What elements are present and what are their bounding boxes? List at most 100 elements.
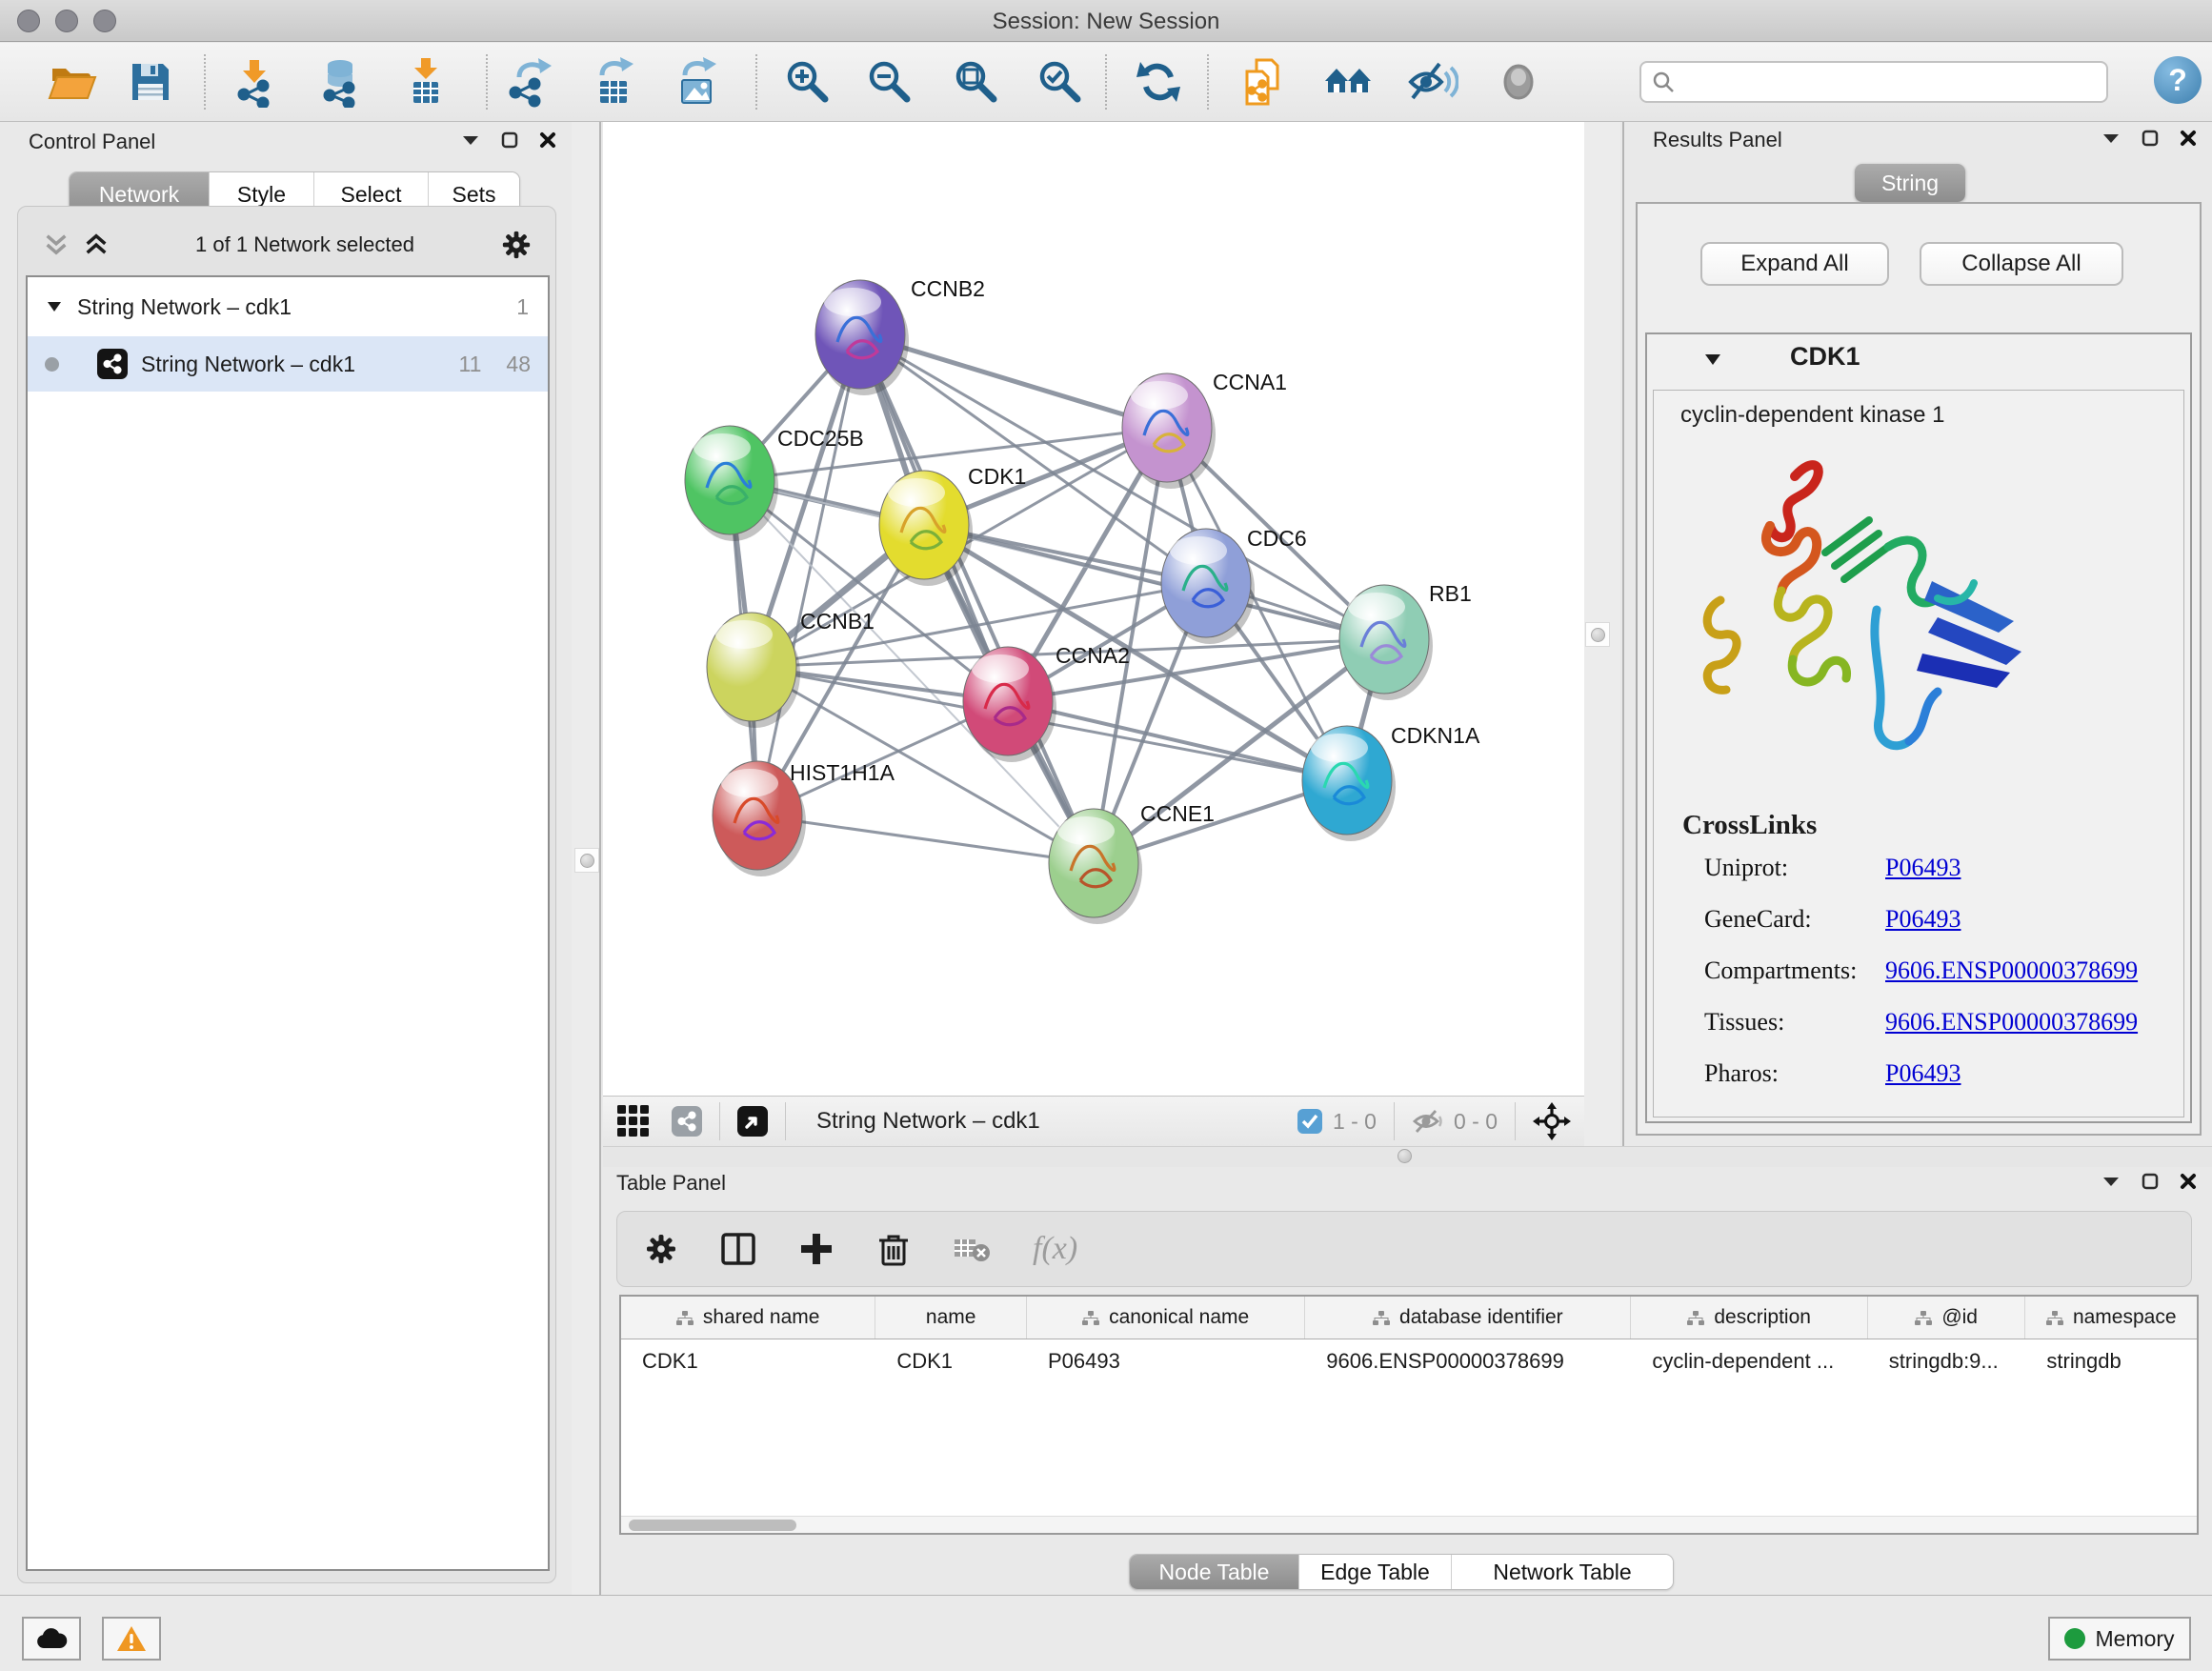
crosslink-tissues[interactable]: 9606.ENSP00000378699 (1885, 1008, 2138, 1037)
crosslink-uniprot[interactable]: P06493 (1885, 854, 1961, 882)
hidden-eye-icon (1412, 1108, 1444, 1135)
delete-table-icon[interactable] (953, 1234, 991, 1264)
network-edge[interactable] (860, 334, 1094, 863)
collection-count: 1 (516, 294, 529, 320)
network-node-CCNE1[interactable]: CCNE1 (1049, 801, 1215, 924)
panel-menu-icon[interactable] (461, 133, 480, 147)
network-node-RB1[interactable]: RB1 (1339, 581, 1472, 700)
network-node-CDKN1A[interactable]: CDKN1A (1302, 723, 1480, 841)
grid-view-icon[interactable] (616, 1104, 651, 1138)
network-node-CDC25B[interactable]: CDC25B (685, 426, 864, 541)
zoom-fit-icon[interactable] (950, 55, 1003, 109)
refresh-layout-icon[interactable] (1132, 55, 1185, 109)
memory-button[interactable]: Memory (2048, 1617, 2191, 1661)
tab-string[interactable]: String (1855, 164, 1965, 202)
protein-structure-image (1682, 438, 2063, 800)
export-network-icon[interactable] (505, 55, 558, 109)
export-image-icon[interactable] (671, 55, 724, 109)
network-row-selected[interactable]: String Network – cdk1 11 48 (28, 336, 548, 392)
horizontal-scrollbar[interactable] (621, 1516, 2197, 1533)
results-panel: Results Panel String Expand All Collapse… (1622, 122, 2212, 1146)
clone-network-icon[interactable] (1238, 55, 1292, 109)
column-header-database-identifier[interactable]: database identifier (1305, 1297, 1631, 1339)
gene-name: CDK1 (1790, 342, 1860, 372)
zoom-out-icon[interactable] (863, 55, 916, 109)
show-columns-icon[interactable] (720, 1231, 756, 1267)
column-header-namespace[interactable]: namespace (2025, 1297, 2197, 1339)
tab-node-table[interactable]: Node Table (1130, 1555, 1299, 1589)
network-collection-row[interactable]: String Network – cdk1 1 (28, 277, 548, 336)
export-table-icon[interactable] (588, 55, 641, 109)
zoom-in-icon[interactable] (781, 55, 835, 109)
crosslink-genecard[interactable]: P06493 (1885, 905, 1961, 934)
network-edge[interactable] (757, 815, 1094, 863)
network-node-CCNA2[interactable]: CCNA2 (963, 643, 1130, 762)
network-node-CDC6[interactable]: CDC6 (1161, 526, 1307, 644)
table-header-row: shared name name canonical name database… (621, 1297, 2197, 1339)
network-node-CCNB2[interactable]: CCNB2 (815, 276, 985, 395)
close-panel-icon[interactable] (2180, 130, 2197, 147)
table-options-gear-icon[interactable] (644, 1232, 678, 1266)
import-database-icon[interactable] (313, 55, 367, 109)
column-header-id[interactable]: @id (1868, 1297, 2026, 1339)
zoom-selected-icon[interactable] (1034, 55, 1087, 109)
panel-menu-icon[interactable] (2101, 1175, 2121, 1188)
column-header-description[interactable]: description (1631, 1297, 1867, 1339)
column-header-canonical-name[interactable]: canonical name (1027, 1297, 1305, 1339)
left-splitter-grip[interactable] (574, 848, 599, 873)
gene-description: cyclin-dependent kinase 1 (1680, 402, 1945, 429)
string-view-icon[interactable] (672, 1106, 702, 1137)
crosslink-compartments[interactable]: 9606.ENSP00000378699 (1885, 956, 2138, 985)
node-table: shared name name canonical name database… (619, 1295, 2199, 1535)
crosslink-pharos[interactable]: P06493 (1885, 1059, 1961, 1088)
import-table-icon[interactable] (399, 55, 452, 109)
status-bar: Memory (0, 1595, 2212, 1671)
network-node-CDK1[interactable]: CDK1 (879, 464, 1026, 586)
search-input[interactable] (1683, 69, 2097, 95)
column-header-shared-name[interactable]: shared name (621, 1297, 875, 1339)
help-button[interactable]: ? (2154, 56, 2202, 104)
panel-menu-icon[interactable] (2101, 131, 2121, 145)
function-builder-icon[interactable]: f(x) (1033, 1231, 1077, 1267)
cloud-status-button[interactable] (22, 1617, 81, 1661)
open-in-window-icon[interactable] (737, 1106, 768, 1137)
warning-button[interactable] (102, 1617, 161, 1661)
float-panel-icon[interactable] (2142, 130, 2159, 147)
float-panel-icon[interactable] (2142, 1173, 2159, 1190)
table-row[interactable]: CDK1 CDK1 P06493 9606.ENSP00000378699 cy… (621, 1339, 2197, 1383)
fit-content-crosshair-icon[interactable] (1533, 1102, 1571, 1140)
table-tabs: Node Table Edge Table Network Table (1129, 1554, 1674, 1590)
show-panel-eye-icon[interactable] (1492, 55, 1545, 109)
hide-panel-eye-icon[interactable] (1406, 55, 1459, 109)
column-header-name[interactable]: name (875, 1297, 1027, 1339)
selected-checkbox-icon[interactable] (1297, 1108, 1323, 1135)
collapse-all-icon[interactable] (43, 232, 70, 258)
memory-status-dot (2064, 1628, 2085, 1649)
network-options-gear-icon[interactable] (500, 229, 533, 261)
open-session-icon[interactable] (45, 55, 98, 109)
tree-expand-icon[interactable] (47, 301, 62, 312)
network-node-HIST1H1A[interactable]: HIST1H1A (713, 760, 895, 876)
horizontal-splitter-grip[interactable] (1398, 1149, 1412, 1163)
float-panel-icon[interactable] (501, 131, 518, 149)
home-icon[interactable] (1322, 55, 1376, 109)
close-panel-icon[interactable] (539, 131, 556, 149)
network-edge[interactable] (757, 334, 860, 815)
network-edge[interactable] (1008, 701, 1347, 780)
right-splitter-grip[interactable] (1585, 622, 1610, 647)
save-session-icon[interactable] (124, 55, 177, 109)
network-node-CCNA1[interactable]: CCNA1 (1122, 370, 1287, 489)
delete-column-trash-icon[interactable] (876, 1231, 911, 1267)
expand-all-button[interactable]: Expand All (1700, 242, 1889, 286)
tab-network-table[interactable]: Network Table (1452, 1555, 1673, 1589)
network-canvas[interactable]: CCNB2 CCNA1 CDC25BCDK1 CDC6 RB1 CCNB1 CCNA2 CDK… (603, 122, 1584, 1096)
expand-all-icon[interactable] (83, 232, 110, 258)
tab-edge-table[interactable]: Edge Table (1299, 1555, 1452, 1589)
collapse-all-button[interactable]: Collapse All (1920, 242, 2123, 286)
import-network-icon[interactable] (228, 55, 281, 109)
section-collapse-icon[interactable] (1704, 353, 1721, 371)
close-panel-icon[interactable] (2180, 1173, 2197, 1190)
scrollbar-thumb[interactable] (629, 1520, 796, 1531)
network-node-CCNB1[interactable]: CCNB1 (707, 609, 875, 728)
create-column-plus-icon[interactable] (798, 1231, 835, 1267)
